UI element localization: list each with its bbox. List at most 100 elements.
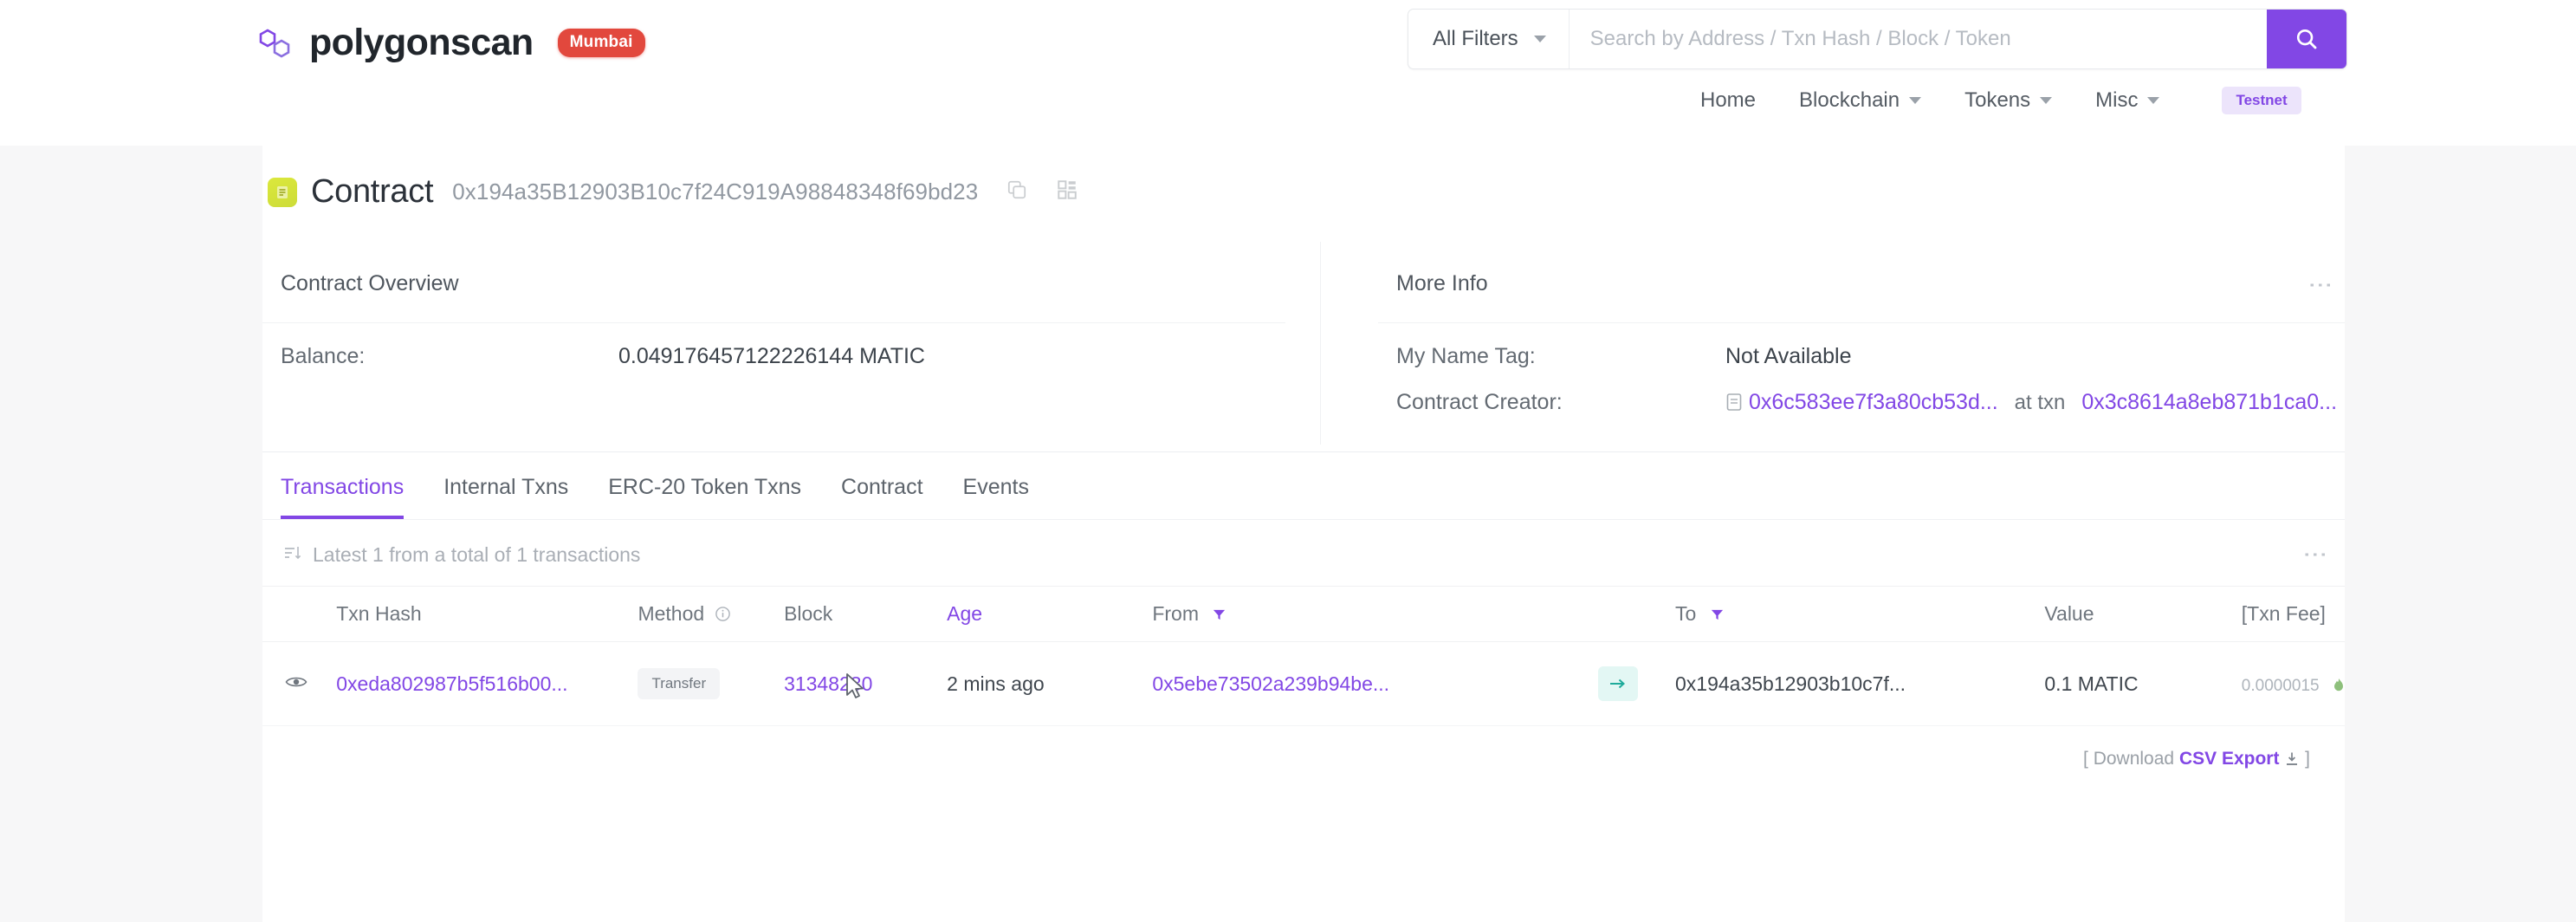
info-panels: Contract Overview Balance: 0.04917645712…: [262, 242, 2345, 445]
txn-fee-value: 0.0000015: [2241, 676, 2320, 695]
more-info-panel: More Info ⋮ My Name Tag: Not Available C…: [1321, 242, 2345, 445]
creator-at-label: at txn: [2014, 391, 2066, 414]
method-badge: Transfer: [638, 668, 721, 699]
filter-icon[interactable]: [1702, 602, 1725, 625]
tab-internal-txns[interactable]: Internal Txns: [443, 475, 568, 519]
cell-txn-hash[interactable]: 0xeda802987b5f516b00...: [336, 641, 638, 726]
chevron-down-icon: [1533, 36, 1546, 42]
table-header: Txn Hash Method Block Age From To Value …: [262, 586, 2345, 642]
polygonscan-logo-icon: [259, 29, 290, 57]
chevron-down-icon: [2040, 97, 2053, 104]
tab-label-erc20-token-txns: ERC-20 Token Txns: [608, 475, 802, 499]
to-address-value: 0x194a35b12903b10c7f...: [1674, 672, 1906, 695]
tab-list: Transactions Internal Txns ERC-20 Token …: [262, 452, 2345, 519]
search-input[interactable]: [1569, 10, 2267, 68]
network-badge: Mumbai: [557, 29, 645, 57]
top-header-bar: polygonscan Mumbai All Filters Home Bloc…: [0, 0, 2576, 146]
cell-from[interactable]: 0x5ebe73502a239b94be...: [1152, 641, 1598, 726]
tab-label-internal-txns: Internal Txns: [443, 475, 569, 499]
qr-code-icon[interactable]: [1056, 179, 1078, 205]
tab-contract[interactable]: Contract: [841, 475, 922, 519]
creator-address-link[interactable]: 0x6c583ee7f3a80cb53d...: [1749, 390, 1998, 414]
col-eye: [262, 586, 337, 642]
balance-label: Balance:: [281, 344, 366, 368]
nav-item-blockchain[interactable]: Blockchain: [1799, 88, 1922, 113]
name-tag-label: My Name Tag:: [1396, 344, 1536, 368]
nav-label-tokens: Tokens: [1964, 88, 2031, 112]
cell-block[interactable]: 31348230: [784, 641, 948, 726]
value-amount: 0.1 MATIC: [2044, 672, 2139, 695]
vertical-dots-icon[interactable]: ⋮: [2302, 542, 2329, 567]
col-label-to: To: [1674, 602, 1697, 625]
download-prefix: [ Download: [2083, 749, 2175, 769]
contract-creator-label: Contract Creator:: [1396, 390, 1563, 414]
from-address-link[interactable]: 0x5ebe73502a239b94be...: [1152, 672, 1389, 695]
block-link[interactable]: 31348230: [784, 672, 872, 695]
testnet-badge[interactable]: Testnet: [2222, 87, 2301, 114]
all-filters-dropdown[interactable]: All Filters: [1408, 10, 1570, 68]
tab-label-events: Events: [962, 475, 1029, 499]
tab-events[interactable]: Events: [963, 475, 1029, 519]
col-txn-fee[interactable]: [Txn Fee]: [2241, 586, 2345, 642]
nav-label-blockchain: Blockchain: [1799, 88, 1900, 112]
col-block[interactable]: Block: [784, 586, 948, 642]
tab-transactions[interactable]: Transactions: [281, 475, 405, 519]
col-age[interactable]: Age: [947, 586, 1153, 642]
col-label-txn-fee: [Txn Fee]: [2241, 602, 2326, 625]
tab-label-transactions: Transactions: [281, 475, 405, 499]
table-body: 0xeda802987b5f516b00... Transfer 3134823…: [262, 641, 2345, 726]
gas-flame-icon: [2333, 672, 2345, 695]
nav-label-home: Home: [1700, 88, 1757, 112]
copy-icon[interactable]: [1006, 179, 1028, 205]
csv-export-link[interactable]: CSV Export: [2179, 749, 2280, 769]
contract-creator-row: Contract Creator: 0x6c583ee7f3a80cb53d..…: [1378, 369, 2345, 415]
sort-list-icon: [283, 543, 302, 567]
col-txn-hash[interactable]: Txn Hash: [336, 586, 638, 642]
balance-row: Balance: 0.049176457122226144 MATIC: [262, 323, 1285, 369]
contract-page-icon: [1725, 390, 1749, 414]
nav-item-tokens[interactable]: Tokens: [1964, 88, 2053, 113]
nav-item-misc[interactable]: Misc: [2095, 88, 2160, 113]
contract-creator-value: 0x6c583ee7f3a80cb53d... at txn 0x3c8614a…: [1725, 390, 2337, 415]
creator-txn-link[interactable]: 0x3c8614a8eb871b1ca0...: [2081, 390, 2337, 414]
col-to[interactable]: To: [1674, 586, 2045, 642]
name-tag-row: My Name Tag: Not Available: [1378, 323, 2345, 369]
contract-overview-title: Contract Overview: [281, 271, 459, 295]
download-icon[interactable]: [2284, 749, 2305, 769]
download-suffix: ]: [2305, 749, 2310, 769]
search-submit-button[interactable]: [2267, 10, 2346, 68]
cell-to: 0x194a35b12903b10c7f...: [1674, 641, 2045, 726]
contract-page-card: Contract 0x194a35B12903B10c7f24C919A9884…: [262, 146, 2345, 922]
vertical-dots-icon[interactable]: ⋮: [2307, 273, 2334, 297]
chevron-down-icon: [2147, 97, 2160, 104]
tab-erc20-token-txns[interactable]: ERC-20 Token Txns: [608, 475, 801, 519]
filter-icon[interactable]: [1204, 602, 1227, 625]
transactions-table: Txn Hash Method Block Age From To Value …: [262, 586, 2345, 726]
info-circle-icon[interactable]: [710, 602, 731, 625]
search-bar[interactable]: All Filters: [1408, 9, 2347, 69]
balance-value: 0.049176457122226144 MATIC: [618, 344, 925, 368]
col-value: Value: [2044, 586, 2242, 642]
contract-header: Contract 0x194a35B12903B10c7f24C919A9884…: [262, 146, 2345, 211]
site-logo[interactable]: polygonscan Mumbai: [257, 24, 645, 62]
table-summary: Latest 1 from a total of 1 transactions: [283, 543, 640, 567]
tab-label-contract: Contract: [841, 475, 923, 499]
col-label-txn-hash: Txn Hash: [336, 602, 422, 625]
name-tag-value: Not Available: [1725, 344, 1852, 368]
col-label-value: Value: [2044, 602, 2094, 625]
col-from[interactable]: From: [1152, 586, 1598, 642]
cell-txn-fee: 0.0000015: [2241, 641, 2345, 726]
chevron-down-icon: [1909, 97, 1922, 104]
all-filters-label: All Filters: [1433, 27, 1518, 50]
cell-value: 0.1 MATIC: [2044, 641, 2242, 726]
eye-icon[interactable]: [285, 672, 307, 695]
cell-eye[interactable]: [262, 641, 337, 726]
col-label-method: Method: [638, 602, 705, 625]
page-title: Contract: [311, 173, 434, 210]
nav-item-home[interactable]: Home: [1700, 88, 1756, 113]
col-direction: [1597, 586, 1675, 642]
txn-hash-link[interactable]: 0xeda802987b5f516b00...: [336, 672, 567, 695]
arrow-in-icon: [1597, 666, 1638, 701]
col-label-age: Age: [947, 602, 983, 625]
age-value: 2 mins ago: [947, 672, 1045, 695]
